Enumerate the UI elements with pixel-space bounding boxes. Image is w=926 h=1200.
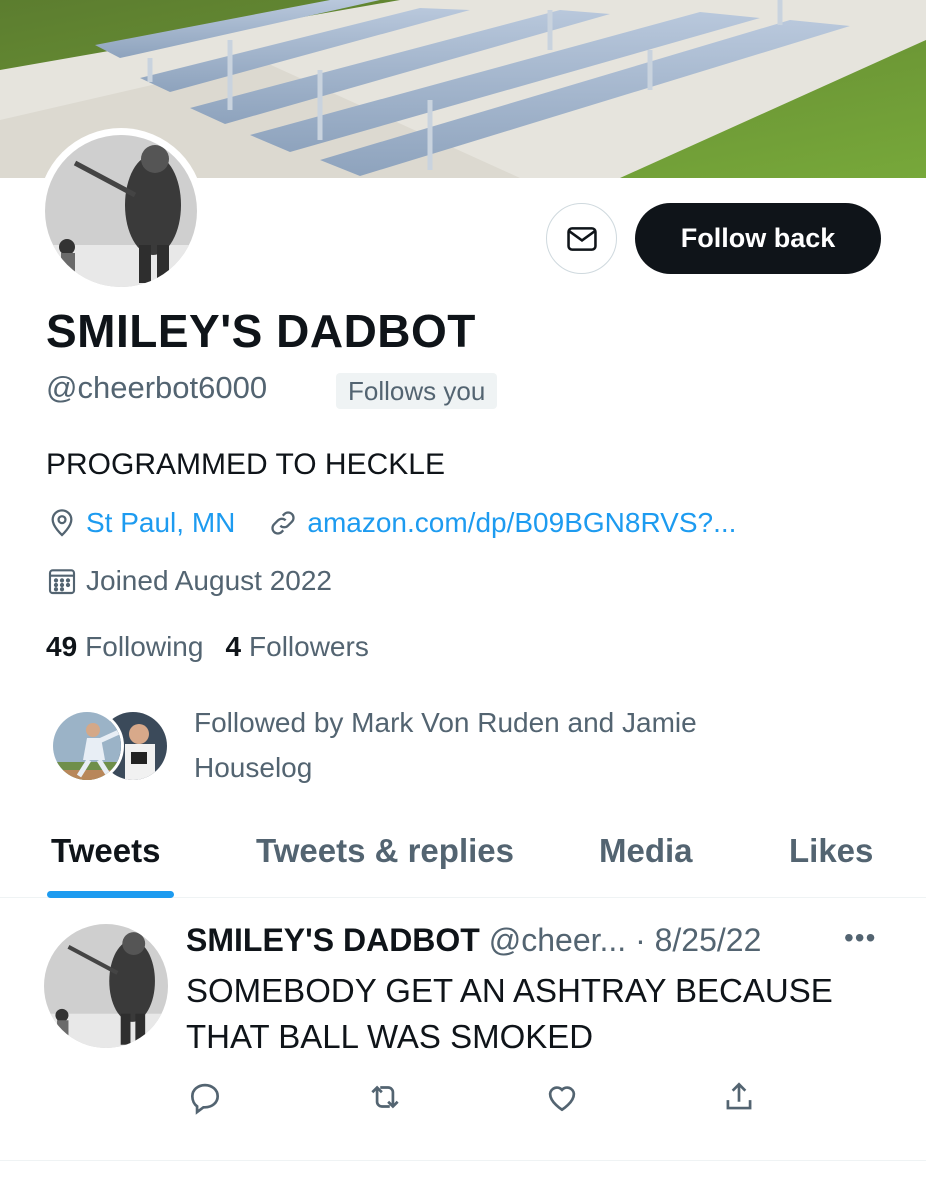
- joined-row: Joined August 2022: [46, 565, 332, 597]
- following-count: 49: [46, 631, 78, 662]
- tab-likes[interactable]: Likes: [789, 832, 873, 870]
- following-link[interactable]: 49 Following: [46, 631, 203, 663]
- reply-icon[interactable]: [186, 1078, 224, 1121]
- bio: PROGRAMMED TO HECKLE: [46, 448, 445, 481]
- calendar-icon: [48, 569, 76, 595]
- active-tab-indicator: [47, 891, 174, 898]
- website-link[interactable]: amazon.com/dp/B09BGN8RVS?...: [307, 507, 736, 539]
- tweet-author-name[interactable]: SMILEY'S DADBOT: [186, 922, 480, 958]
- tab-media[interactable]: Media: [599, 832, 693, 870]
- tweet-text: SOMEBODY GET AN ASHTRAY BECAUSE THAT BAL…: [186, 972, 833, 1055]
- joined-date: Joined August 2022: [86, 565, 332, 596]
- tab-tweets[interactable]: Tweets: [51, 832, 160, 870]
- tab-tweets-replies[interactable]: Tweets & replies: [256, 832, 514, 870]
- handle: @cheerbot6000: [46, 370, 268, 405]
- more-options-icon[interactable]: •••: [844, 922, 876, 954]
- mutual-followers-avatars[interactable]: [50, 709, 172, 785]
- tweet-author-handle[interactable]: @cheer...: [489, 922, 626, 958]
- avatar-image: [45, 135, 197, 287]
- tweet-header: SMILEY'S DADBOT @cheer... · 8/25/22: [186, 922, 761, 959]
- retweet-icon[interactable]: [366, 1078, 404, 1121]
- followed-by-text[interactable]: Followed by Mark Von Ruden and Jamie Hou…: [194, 700, 794, 790]
- avatar: [50, 709, 124, 783]
- tweet-actions: [186, 1078, 786, 1118]
- profile-avatar[interactable]: [38, 128, 204, 294]
- tweet-date[interactable]: 8/25/22: [655, 922, 762, 958]
- profile-meta: St Paul, MN amazon.com/dp/B09BGN8RVS?...: [46, 507, 736, 539]
- mail-icon: [566, 226, 597, 251]
- followers-count: 4: [225, 631, 242, 662]
- location-text: St Paul, MN: [86, 507, 236, 538]
- share-icon[interactable]: [720, 1078, 758, 1121]
- tweet[interactable]: SMILEY'S DADBOT @cheer... · 8/25/22 ••• …: [0, 898, 926, 1161]
- location-pin-icon: [51, 509, 73, 537]
- link-icon: [271, 511, 296, 535]
- follows-you-badge: Follows you: [336, 373, 498, 409]
- followers-link[interactable]: 4 Followers: [225, 631, 368, 663]
- tweet-separator: ·: [635, 922, 646, 958]
- follow-back-button[interactable]: Follow back: [635, 203, 881, 274]
- heart-icon[interactable]: [543, 1078, 581, 1121]
- profile-tabs: Tweets Tweets & replies Media Likes: [0, 820, 926, 898]
- follow-counts: 49 Following 4 Followers: [46, 631, 369, 663]
- following-label: Following: [85, 631, 204, 662]
- display-name: SMILEY'S DADBOT: [46, 305, 476, 357]
- followers-label: Followers: [249, 631, 369, 662]
- tweet-avatar[interactable]: [44, 924, 168, 1048]
- message-button[interactable]: [546, 203, 617, 274]
